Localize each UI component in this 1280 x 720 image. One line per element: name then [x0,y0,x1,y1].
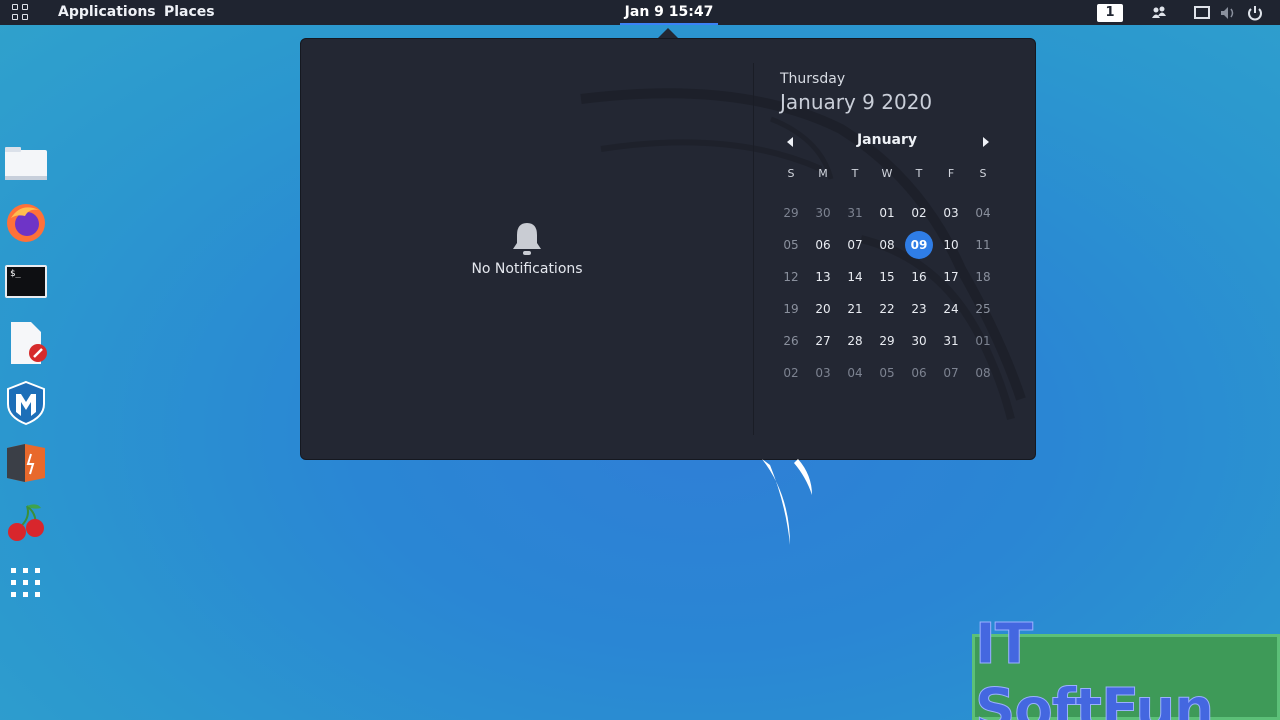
calendar-day[interactable]: 31 [935,325,967,357]
calendar-day[interactable]: 21 [839,293,871,325]
watermark-text: IT SoftFun [975,612,1215,720]
calendar-day[interactable]: 25 [967,293,999,325]
calendar-day[interactable]: 01 [871,197,903,229]
calendar-day[interactable]: 26 [775,325,807,357]
calendar-day[interactable]: 19 [775,293,807,325]
calendar-day[interactable]: 04 [839,357,871,389]
applications-menu[interactable]: Applications [58,4,156,20]
calendar-day[interactable]: 17 [935,261,967,293]
cherrytree-icon[interactable] [3,500,49,546]
file-manager-icon[interactable] [3,142,49,188]
calendar-day[interactable]: 03 [807,357,839,389]
weekday-header: SMTWTFS [775,167,999,180]
calendar-day[interactable]: 18 [967,261,999,293]
firefox-icon[interactable] [3,200,49,246]
notifications-empty: No Notifications [301,219,753,277]
calendar-day[interactable]: 01 [967,325,999,357]
show-applications-icon[interactable] [3,560,49,606]
kali-dragon-icon [762,459,812,545]
calendar-day[interactable]: 03 [935,197,967,229]
calendar-day[interactable]: 04 [967,197,999,229]
calendar-day[interactable]: 15 [871,261,903,293]
weekday-label: W [881,167,893,180]
weekday-label: S [787,167,795,180]
calendar-day[interactable]: 07 [935,357,967,389]
calendar-day[interactable]: 27 [807,325,839,357]
metasploit-icon[interactable] [3,380,49,426]
terminal-prompt: $_ [10,269,21,279]
date-menu-panel: No Notifications Thursday January 9 2020… [300,38,1036,460]
today-highlight: 09 [905,231,933,259]
calendar-day[interactable]: 07 [839,229,871,261]
calendar-day[interactable]: 02 [903,197,935,229]
calendar-day-today[interactable]: 09 [903,229,935,261]
calendar-day[interactable]: 11 [967,229,999,261]
calendar-day[interactable]: 30 [807,197,839,229]
weekday-label: S [979,167,987,180]
workspace-indicator[interactable]: 1 [1097,4,1123,22]
calendar-day[interactable]: 14 [839,261,871,293]
next-month-button[interactable] [979,135,993,149]
top-bar: Applications Places Jan 9 15:47 1 [0,0,1280,25]
desktop: { "topbar": { "activities_icon": "app-gr… [0,0,1280,720]
calendar-day[interactable]: 06 [903,357,935,389]
weekday-label: M [818,167,828,180]
calendar-grid: 29 30 31 01 02 03 04 05 06 07 08 09 10 11 12 13 14 15 16 17… [775,197,999,389]
calendar-day[interactable]: 10 [935,229,967,261]
month-label: January [856,132,918,148]
calendar-day[interactable]: 06 [807,229,839,261]
screen-icon[interactable] [1193,4,1211,22]
watermark: IT SoftFun [972,612,1280,720]
app-grid-icon[interactable] [12,4,30,21]
calendar-day[interactable]: 23 [903,293,935,325]
calendar-day[interactable]: 24 [935,293,967,325]
calendar-day[interactable]: 16 [903,261,935,293]
weekday-label: T [915,167,923,180]
volume-icon[interactable] [1219,4,1237,22]
previous-month-button[interactable] [783,135,797,149]
power-icon[interactable] [1246,4,1264,22]
bell-icon [513,223,541,255]
clock-button[interactable]: Jan 9 15:47 [620,0,718,25]
burpsuite-icon[interactable] [3,440,49,486]
full-date[interactable]: January 9 2020 [780,90,932,114]
day-name: Thursday [780,71,846,87]
weekday-label: T [851,167,859,180]
calendar-day[interactable]: 12 [775,261,807,293]
places-menu[interactable]: Places [164,4,215,20]
calendar-day[interactable]: 20 [807,293,839,325]
no-notifications-label: No Notifications [471,261,583,277]
calendar-day[interactable]: 29 [775,197,807,229]
calendar-day[interactable]: 05 [871,357,903,389]
panel-divider [753,63,754,435]
terminal-icon[interactable]: $_ [3,260,49,306]
calendar-day[interactable]: 08 [871,229,903,261]
calendar-day[interactable]: 31 [839,197,871,229]
calendar-day[interactable]: 30 [903,325,935,357]
calendar-day[interactable]: 29 [871,325,903,357]
calendar-day[interactable]: 05 [775,229,807,261]
text-editor-icon[interactable] [3,320,49,366]
calendar-day[interactable]: 02 [775,357,807,389]
weekday-label: F [947,167,955,180]
calendar-day[interactable]: 22 [871,293,903,325]
calendar-day[interactable]: 13 [807,261,839,293]
calendar-day[interactable]: 08 [967,357,999,389]
people-icon[interactable] [1150,4,1168,22]
calendar-day[interactable]: 28 [839,325,871,357]
